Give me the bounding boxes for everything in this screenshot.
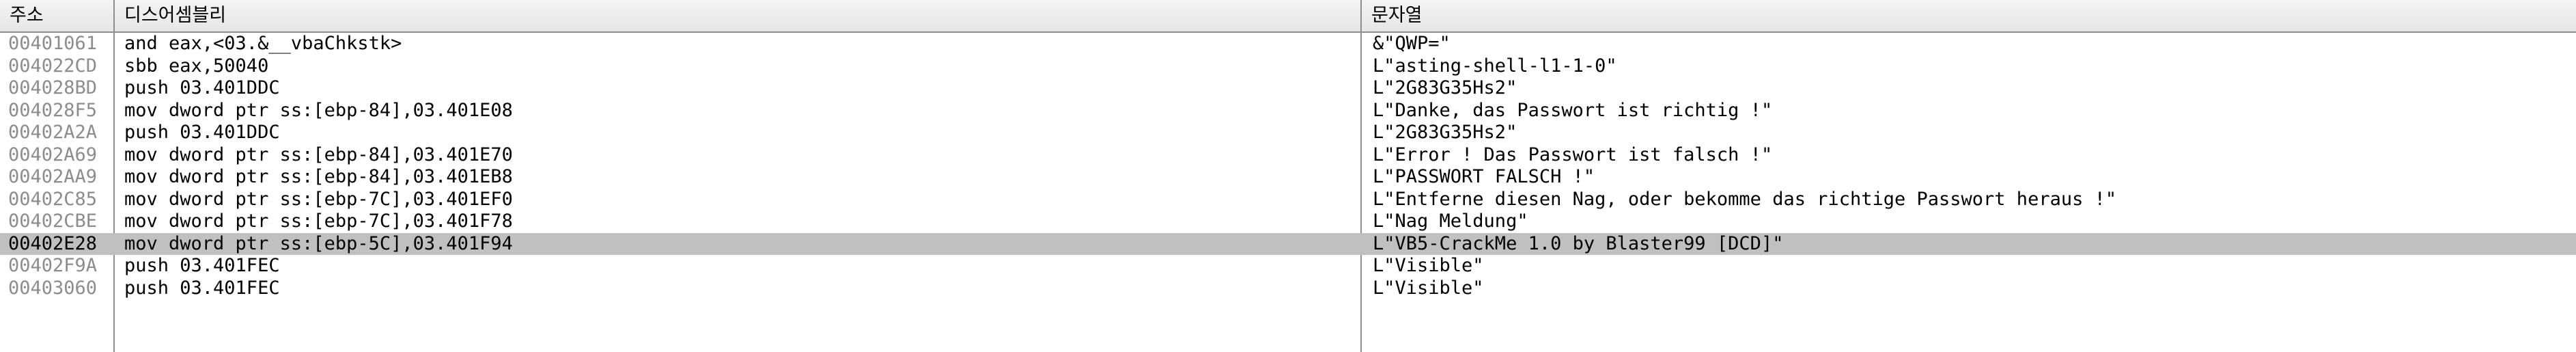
table-row[interactable]: 00403060 push 03.401FEC L"Visible" xyxy=(0,277,2576,300)
column-header-disassembly[interactable]: 디스어셈블리 xyxy=(115,0,1362,31)
address-cell[interactable]: 004028BD xyxy=(0,77,115,100)
column-header-address[interactable]: 주소 xyxy=(0,0,115,31)
disassembly-cell[interactable]: and eax,<03.&__vbaChkstk> xyxy=(115,33,1362,55)
string-references-panel: 주소 디스어셈블리 문자열 00401061 and eax,<03.&__vba… xyxy=(0,0,2576,352)
disassembly-cell[interactable]: mov dword ptr ss:[ebp-84],03.401E70 xyxy=(115,144,1362,167)
address-cell[interactable]: 004028F5 xyxy=(0,100,115,122)
disassembly-cell[interactable]: push 03.401FEC xyxy=(115,255,1362,277)
disassembly-cell[interactable]: push 03.401DDC xyxy=(115,122,1362,144)
disassembly-cell[interactable]: push 03.401FEC xyxy=(115,277,1362,300)
table-row[interactable]: 00402CBE mov dword ptr ss:[ebp-7C],03.401… xyxy=(0,211,2576,233)
table-row[interactable]: 00402A69 mov dword ptr ss:[ebp-84],03.401… xyxy=(0,144,2576,167)
disassembly-cell[interactable]: push 03.401DDC xyxy=(115,77,1362,100)
table-row[interactable]: 00402A2A push 03.401DDC L"2G83G35Hs2" xyxy=(0,122,2576,144)
disassembly-cell[interactable]: sbb eax,50040 xyxy=(115,55,1362,78)
disassembly-cell[interactable]: mov dword ptr ss:[ebp-7C],03.401F78 xyxy=(115,211,1362,233)
string-cell[interactable]: L"Danke, das Passwort ist richtig !" xyxy=(1362,100,2576,122)
address-cell[interactable]: 00402E28 xyxy=(0,233,115,256)
string-cell[interactable]: L"Visible" xyxy=(1362,255,2576,277)
disassembly-cell[interactable]: mov dword ptr ss:[ebp-84],03.401EB8 xyxy=(115,166,1362,189)
address-cell[interactable]: 00402C85 xyxy=(0,189,115,211)
disassembly-cell[interactable]: mov dword ptr ss:[ebp-84],03.401E08 xyxy=(115,100,1362,122)
table-row[interactable]: 004028BD push 03.401DDC L"2G83G35Hs2" xyxy=(0,77,2576,100)
table-row[interactable]: 00402C85 mov dword ptr ss:[ebp-7C],03.401… xyxy=(0,189,2576,211)
table-row[interactable]: 00401061 and eax,<03.&__vbaChkstk> &"QWP=" xyxy=(0,33,2576,55)
string-cell[interactable]: L"VB5-CrackMe 1.0 by Blaster99 [DCD]" xyxy=(1362,233,2576,256)
address-cell[interactable]: 00403060 xyxy=(0,277,115,300)
address-cell[interactable]: 00402AA9 xyxy=(0,166,115,189)
string-cell[interactable]: L"Entferne diesen Nag, oder bekomme das … xyxy=(1362,189,2576,211)
references-list: 00401061 and eax,<03.&__vbaChkstk> &"QWP="… xyxy=(0,33,2576,299)
string-cell[interactable]: L"2G83G35Hs2" xyxy=(1362,122,2576,144)
string-cell[interactable]: L"Visible" xyxy=(1362,277,2576,300)
string-cell[interactable]: L"asting-shell-l1-1-0" xyxy=(1362,55,2576,78)
address-cell[interactable]: 004022CD xyxy=(0,55,115,78)
address-cell[interactable]: 00401061 xyxy=(0,33,115,55)
string-cell[interactable]: L"PASSWORT FALSCH !" xyxy=(1362,166,2576,189)
address-cell[interactable]: 00402CBE xyxy=(0,211,115,233)
table-row[interactable]: 00402F9A push 03.401FEC L"Visible" xyxy=(0,255,2576,277)
string-cell[interactable]: L"2G83G35Hs2" xyxy=(1362,77,2576,100)
string-cell[interactable]: L"Nag Meldung" xyxy=(1362,211,2576,233)
address-cell[interactable]: 00402A69 xyxy=(0,144,115,167)
column-header: 주소 디스어셈블리 문자열 xyxy=(0,0,2576,33)
disassembly-cell[interactable]: mov dword ptr ss:[ebp-7C],03.401EF0 xyxy=(115,189,1362,211)
string-cell[interactable]: L"Error ! Das Passwort ist falsch !" xyxy=(1362,144,2576,167)
column-header-string[interactable]: 문자열 xyxy=(1362,0,2576,31)
string-cell[interactable]: &"QWP=" xyxy=(1362,33,2576,55)
table-row[interactable]: 004022CD sbb eax,50040 L"asting-shell-l1-1… xyxy=(0,55,2576,78)
table-row[interactable]: 004028F5 mov dword ptr ss:[ebp-84],03.401… xyxy=(0,100,2576,122)
address-cell[interactable]: 00402A2A xyxy=(0,122,115,144)
table-row[interactable]: 00402E28 mov dword ptr ss:[ebp-5C],03.401… xyxy=(0,232,2576,256)
disassembly-cell[interactable]: mov dword ptr ss:[ebp-5C],03.401F94 xyxy=(115,233,1362,256)
table-row[interactable]: 00402AA9 mov dword ptr ss:[ebp-84],03.401… xyxy=(0,166,2576,189)
address-cell[interactable]: 00402F9A xyxy=(0,255,115,277)
